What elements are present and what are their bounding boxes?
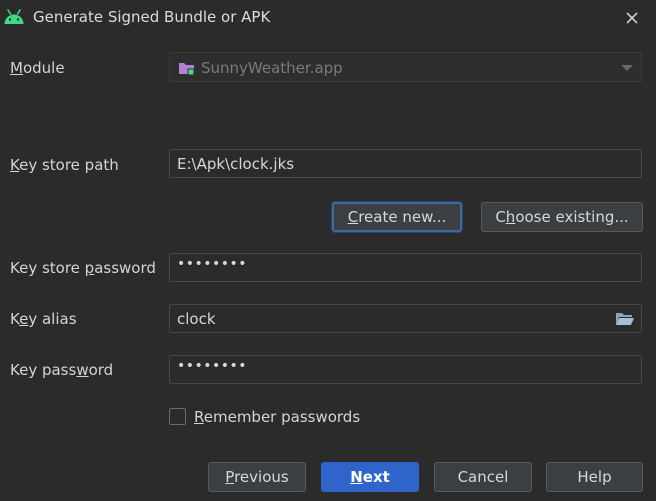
help-button[interactable]: Help — [546, 462, 643, 492]
cancel-button[interactable]: Cancel — [434, 462, 532, 492]
choose-existing-button[interactable]: Choose existing... — [481, 202, 643, 232]
key-password-value: •••••••• — [177, 358, 248, 374]
key-store-password-value: •••••••• — [177, 256, 248, 272]
folder-open-icon[interactable] — [615, 310, 635, 327]
key-store-password-input[interactable]: •••••••• — [169, 253, 642, 282]
remember-passwords-checkbox[interactable] — [169, 408, 186, 425]
dialog-title: Generate Signed Bundle or APK — [33, 8, 271, 26]
android-icon — [3, 8, 25, 26]
remember-passwords-label[interactable]: Remember passwords — [194, 408, 360, 426]
module-value: SunnyWeather.app — [201, 59, 343, 77]
previous-button[interactable]: Previous — [208, 462, 306, 492]
key-alias-input[interactable]: clock — [169, 304, 642, 333]
module-select[interactable]: SunnyWeather.app — [169, 52, 642, 82]
key-store-path-label: Key store path — [10, 156, 119, 174]
close-icon[interactable] — [622, 8, 642, 28]
module-folder-icon — [178, 60, 196, 76]
create-new-button[interactable]: Create new... — [332, 202, 462, 232]
module-label: Module — [10, 59, 65, 77]
generate-signed-apk-dialog: Generate Signed Bundle or APK Module Sun… — [0, 0, 656, 501]
key-alias-label: Key alias — [10, 310, 77, 328]
chevron-down-icon[interactable] — [621, 65, 633, 71]
key-alias-value: clock — [177, 310, 216, 328]
key-store-path-value: E:\Apk\clock.jks — [177, 155, 295, 173]
key-password-input[interactable]: •••••••• — [169, 355, 642, 384]
key-store-password-label: Key store password — [10, 259, 156, 277]
title-bar: Generate Signed Bundle or APK — [0, 0, 656, 34]
key-store-path-input[interactable]: E:\Apk\clock.jks — [169, 149, 642, 178]
key-password-label: Key password — [10, 361, 114, 379]
next-button[interactable]: Next — [321, 462, 419, 492]
